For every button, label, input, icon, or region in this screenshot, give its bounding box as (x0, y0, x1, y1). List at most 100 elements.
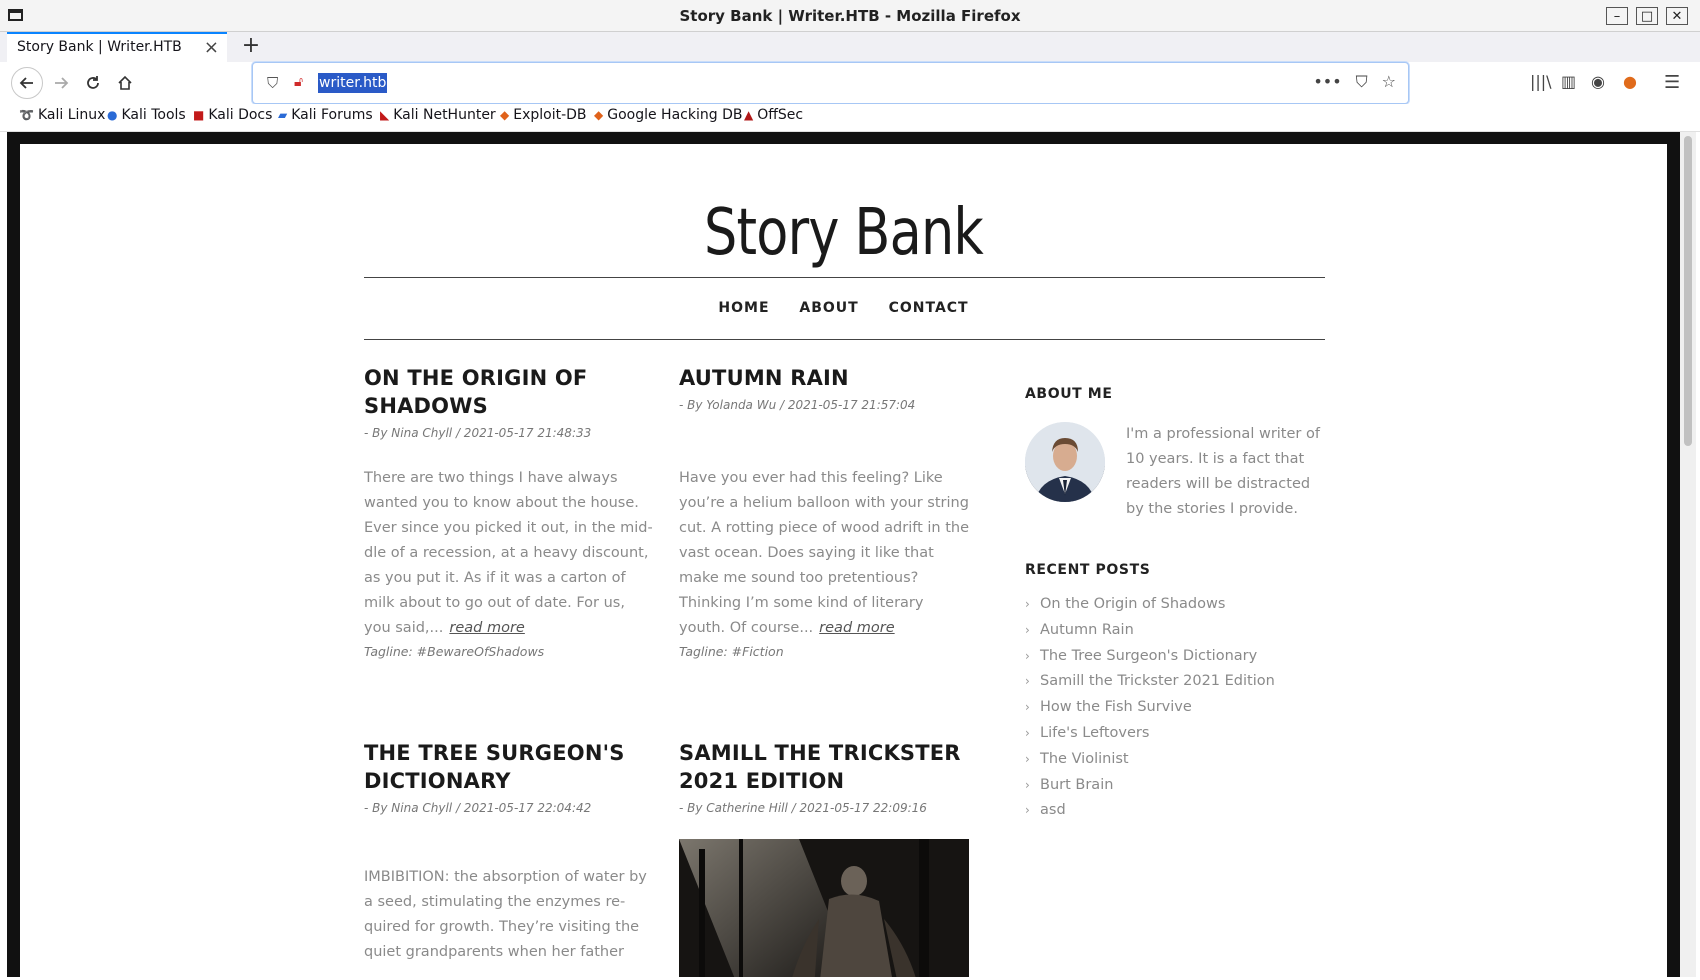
insecure-lock-icon[interactable]: 🔓︎ (294, 74, 303, 90)
extension-icon[interactable]: ● (1623, 72, 1637, 91)
post-excerpt: IMBIBITION: the absorption of water by a… (364, 869, 647, 960)
recent-post-link[interactable]: › How the Fish Survive (1025, 695, 1325, 721)
recent-post-link[interactable]: › Samill the Trickster 2021 Edition (1025, 669, 1325, 695)
bookmark-exploit-db[interactable]: ◆ Exploit-DB (500, 107, 587, 123)
post-meta: - By Nina Chyll / 2021-05-17 22:04:42 (364, 801, 592, 815)
bookmark-label: Exploit-DB (513, 107, 587, 123)
nethunter-icon: ◣ (380, 108, 390, 122)
home-button[interactable] (109, 67, 141, 99)
bookmark-label: Kali NetHunter (393, 107, 496, 123)
bookmark-kali-forums[interactable]: ▰ Kali Forums (278, 107, 373, 123)
post-meta: - By Nina Chyll / 2021-05-17 21:48:33 (364, 426, 592, 440)
recent-post-label: On the Origin of Shadows (1040, 596, 1226, 612)
post-excerpt-text: There are two things I have always wante… (364, 470, 653, 636)
chevron-right-icon: › (1025, 803, 1030, 818)
recent-posts-list: › On the Origin of Shadows › Autumn Rain ›… (1025, 592, 1325, 824)
post-card: ON THE ORIGIN OF SHADOWS - By Nina Chyll… (364, 364, 654, 664)
page-actions: ••• ⛉ ☆ (1313, 72, 1396, 92)
nav-contact-link[interactable]: CONTACT (889, 300, 969, 316)
recent-post-link[interactable]: › asd (1025, 798, 1325, 824)
chevron-right-icon: › (1025, 777, 1030, 792)
bookmark-kali-nethunter[interactable]: ◣ Kali NetHunter (380, 107, 496, 123)
maximize-window-button[interactable]: □ (1636, 7, 1658, 25)
content-viewport: Story Bank HOME ABOUT CONTACT ON THE ORI… (7, 132, 1696, 977)
sidebar-toggle-icon[interactable]: ▥ (1561, 72, 1576, 91)
recent-post-label: Burt Brain (1040, 776, 1114, 793)
offsec-icon: ▲ (744, 108, 754, 122)
about-me-box: I'm a professional writer of 10 years. I… (1025, 422, 1325, 532)
post-title[interactable]: SAMILL THE TRICKSTER 2021 EDITION (679, 739, 969, 795)
arrow-right-icon (55, 77, 69, 89)
post-tagline: Tagline: #Fiction (679, 644, 784, 659)
tracking-protection-shield-icon[interactable]: ⛉ (267, 74, 278, 92)
bookmark-kali-docs[interactable]: ■ Kali Docs (193, 107, 272, 123)
post-tagline: Tagline: #BewareOfShadows (364, 644, 545, 659)
bookmark-label: Kali Tools (121, 107, 186, 123)
close-window-button[interactable]: ✕ (1666, 7, 1688, 25)
kali-dragon-icon: ➰ (19, 108, 34, 122)
navigation-toolbar: ⛉ 🔓︎ writer.htb ••• ⛉ ☆ |||\ ▥ ◉ ● ☰ (0, 62, 1700, 104)
read-more-link[interactable]: read more (449, 620, 524, 636)
post-card: THE TREE SURGEON'S DICTIONARY - By Nina … (364, 739, 654, 977)
library-icon[interactable]: |||\ (1530, 72, 1552, 91)
bookmark-offsec[interactable]: ▲ OffSec (744, 107, 803, 123)
post-cover-image[interactable] (679, 839, 969, 977)
recent-post-link[interactable]: › Autumn Rain (1025, 618, 1325, 644)
nav-home-link[interactable]: HOME (718, 300, 769, 316)
recent-post-label: Samill the Trickster 2021 Edition (1040, 673, 1275, 690)
recent-post-link[interactable]: › Burt Brain (1025, 773, 1325, 799)
recent-post-label: asd (1040, 802, 1066, 819)
about-me-text: I'm a professional writer of 10 years. I… (1126, 426, 1320, 517)
back-button[interactable] (11, 67, 43, 99)
recent-post-link[interactable]: › Life's Leftovers (1025, 721, 1325, 747)
tab-strip: Story Bank | Writer.HTB × + (0, 32, 1700, 62)
header-divider (364, 277, 1325, 278)
home-icon (118, 75, 132, 90)
recent-post-link[interactable]: › On the Origin of Shadows (1025, 592, 1325, 618)
post-title[interactable]: ON THE ORIGIN OF SHADOWS (364, 364, 654, 420)
forward-button[interactable] (45, 67, 77, 99)
kali-forums-icon: ▰ (278, 108, 288, 122)
author-portrait (1025, 422, 1105, 502)
chevron-right-icon: › (1025, 622, 1030, 637)
post-card: SAMILL THE TRICKSTER 2021 EDITION - By C… (679, 739, 969, 977)
url-bar[interactable]: ⛉ 🔓︎ writer.htb ••• ⛉ ☆ (252, 62, 1409, 104)
post-title[interactable]: THE TREE SURGEON'S DICTIONARY (364, 739, 654, 795)
post-card: AUTUMN RAIN - By Yolanda Wu / 2021-05-17… (679, 364, 969, 664)
recent-posts-heading: RECENT POSTS (1025, 562, 1151, 578)
chevron-right-icon: › (1025, 700, 1030, 715)
url-text[interactable]: writer.htb (318, 73, 388, 93)
scrollbar-thumb[interactable] (1684, 136, 1692, 446)
recent-post-link[interactable]: › The Violinist (1025, 747, 1325, 773)
tab-close-icon[interactable]: × (204, 37, 219, 58)
chevron-right-icon: › (1025, 597, 1030, 611)
bookmark-kali-tools[interactable]: ● Kali Tools (107, 107, 186, 123)
pocket-icon[interactable]: ⛉ (1356, 72, 1368, 92)
bookmark-label: Kali Linux (37, 107, 106, 123)
post-excerpt-text: Have you ever had this feeling? Like you… (679, 470, 970, 636)
nav-about-link[interactable]: ABOUT (799, 300, 858, 316)
read-more-link[interactable]: read more (819, 620, 894, 636)
site-title[interactable]: Story Bank (168, 196, 1519, 270)
recent-post-link[interactable]: › The Tree Surgeon's Dictionary (1025, 644, 1325, 670)
post-title[interactable]: AUTUMN RAIN (679, 364, 969, 392)
chevron-right-icon: › (1025, 674, 1030, 689)
new-tab-button[interactable]: + (237, 32, 265, 62)
sidebar: ABOUT ME I'm a professional writer of 10… (1025, 386, 1325, 824)
post-excerpt: There are two things I have always wante… (364, 466, 654, 641)
bookmark-label: Kali Docs (208, 107, 273, 123)
bookmark-google-hacking-db[interactable]: ◆ Google Hacking DB (594, 107, 742, 123)
bookmark-star-icon[interactable]: ☆ (1382, 72, 1396, 92)
page-actions-menu-icon[interactable]: ••• (1313, 72, 1341, 92)
hamburger-menu-icon[interactable]: ☰ (1664, 72, 1680, 93)
bookmarks-toolbar: ➰ Kali Linux ● Kali Tools ■ Kali Docs ▰ Kali… (0, 104, 1700, 132)
tab-title: Story Bank | Writer.HTB (17, 39, 182, 55)
window-titlebar: Story Bank | Writer.HTB - Mozilla Firefo… (0, 0, 1700, 32)
reload-button[interactable] (77, 67, 109, 99)
arrow-left-icon (19, 77, 33, 89)
browser-tab-active[interactable]: Story Bank | Writer.HTB × (7, 32, 227, 62)
minimize-window-button[interactable]: – (1606, 7, 1628, 25)
account-icon[interactable]: ◉ (1591, 72, 1605, 91)
bookmark-kali-linux[interactable]: ➰ Kali Linux (19, 107, 105, 123)
vertical-scrollbar[interactable] (1680, 132, 1696, 977)
